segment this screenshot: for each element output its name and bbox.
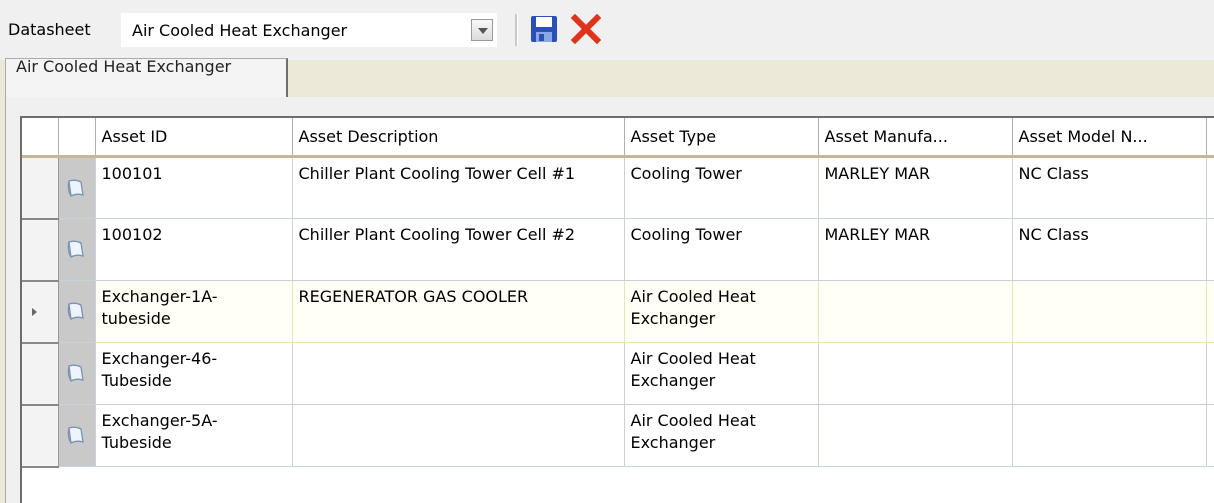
row-selector[interactable] bbox=[22, 280, 59, 344]
cell-asset-model[interactable]: NC Class bbox=[1012, 156, 1207, 219]
cell-asset-description[interactable] bbox=[292, 404, 625, 467]
save-button[interactable] bbox=[529, 14, 559, 44]
column-header-asset-id[interactable]: Asset ID bbox=[95, 118, 293, 158]
cell-asset-id[interactable]: 100101 bbox=[95, 156, 293, 219]
column-header-asset-description[interactable]: Asset Description bbox=[292, 118, 625, 158]
table-row[interactable]: 100102 Chiller Plant Cooling Tower Cell … bbox=[22, 218, 1214, 282]
cell-asset-description[interactable]: Chiller Plant Cooling Tower Cell #1 bbox=[292, 156, 625, 219]
record-icon bbox=[67, 302, 84, 320]
record-icon bbox=[67, 364, 84, 382]
cell-asset-model[interactable] bbox=[1012, 280, 1207, 343]
datasheet-label: Datasheet bbox=[8, 20, 91, 39]
row-selector[interactable] bbox=[22, 342, 59, 406]
column-header-asset-type[interactable]: Asset Type bbox=[624, 118, 819, 158]
close-icon bbox=[570, 13, 602, 45]
column-header-extra bbox=[1206, 118, 1214, 158]
current-row-indicator-icon bbox=[32, 307, 37, 316]
cell-asset-id[interactable]: 100102 bbox=[95, 218, 293, 281]
datasheet-select[interactable]: Air Cooled Heat Exchanger bbox=[121, 13, 497, 47]
cell-asset-description[interactable]: REGENERATOR GAS COOLER bbox=[292, 280, 625, 343]
cell-asset-type[interactable]: Air Cooled Heat Exchanger bbox=[624, 280, 819, 343]
icon-column-header bbox=[58, 118, 96, 158]
cell-asset-manufacturer[interactable] bbox=[818, 342, 1013, 405]
toolbar-divider bbox=[515, 14, 518, 46]
cell-asset-model[interactable]: NC Class bbox=[1012, 218, 1207, 281]
cell-asset-model[interactable] bbox=[1012, 342, 1207, 405]
cancel-button[interactable] bbox=[570, 13, 602, 45]
cell-asset-type[interactable]: Air Cooled Heat Exchanger bbox=[624, 404, 819, 467]
cell-asset-type[interactable]: Cooling Tower bbox=[624, 218, 819, 281]
table-row[interactable]: 100101 Chiller Plant Cooling Tower Cell … bbox=[22, 156, 1214, 220]
record-icon bbox=[67, 179, 84, 197]
row-selector[interactable] bbox=[22, 218, 59, 282]
save-icon bbox=[531, 16, 557, 42]
cell-asset-description[interactable] bbox=[292, 342, 625, 405]
cell-asset-model[interactable] bbox=[1012, 404, 1207, 467]
row-selector[interactable] bbox=[22, 156, 59, 220]
cell-asset-type[interactable]: Air Cooled Heat Exchanger bbox=[624, 342, 819, 405]
tab-air-cooled-heat-exchanger[interactable]: Air Cooled Heat Exchanger bbox=[5, 57, 288, 98]
cell-asset-description[interactable]: Chiller Plant Cooling Tower Cell #2 bbox=[292, 218, 625, 281]
chevron-down-icon[interactable] bbox=[471, 19, 493, 41]
grid-header-row: Asset ID Asset Description Asset Type As… bbox=[22, 118, 1214, 158]
tab-label: Air Cooled Heat Exchanger bbox=[16, 57, 232, 76]
cell-asset-type[interactable]: Cooling Tower bbox=[624, 156, 819, 219]
table-row[interactable]: Exchanger-1A-tubeside REGENERATOR GAS CO… bbox=[22, 280, 1214, 344]
record-icon bbox=[67, 240, 84, 258]
asset-grid: Asset ID Asset Description Asset Type As… bbox=[20, 116, 1214, 503]
cell-asset-manufacturer[interactable]: MARLEY MAR bbox=[818, 156, 1013, 219]
row-selector[interactable] bbox=[22, 404, 59, 468]
table-row[interactable]: Exchanger-5A-Tubeside Air Cooled Heat Ex… bbox=[22, 404, 1214, 468]
column-header-asset-model[interactable]: Asset Model N... bbox=[1012, 118, 1207, 158]
cell-asset-manufacturer[interactable] bbox=[818, 404, 1013, 467]
datasheet-select-value: Air Cooled Heat Exchanger bbox=[132, 21, 348, 40]
cell-asset-manufacturer[interactable]: MARLEY MAR bbox=[818, 218, 1013, 281]
cell-asset-id[interactable]: Exchanger-46-Tubeside bbox=[95, 342, 293, 405]
column-header-asset-manufacturer[interactable]: Asset Manufa... bbox=[818, 118, 1013, 158]
record-icon bbox=[67, 426, 84, 444]
cell-asset-id[interactable]: Exchanger-5A-Tubeside bbox=[95, 404, 293, 467]
toolbar: Datasheet Air Cooled Heat Exchanger bbox=[0, 0, 1214, 60]
cell-asset-id[interactable]: Exchanger-1A-tubeside bbox=[95, 280, 293, 343]
row-selector-header bbox=[22, 118, 59, 158]
table-row[interactable]: Exchanger-46-Tubeside Air Cooled Heat Ex… bbox=[22, 342, 1214, 406]
cell-asset-manufacturer[interactable] bbox=[818, 280, 1013, 343]
